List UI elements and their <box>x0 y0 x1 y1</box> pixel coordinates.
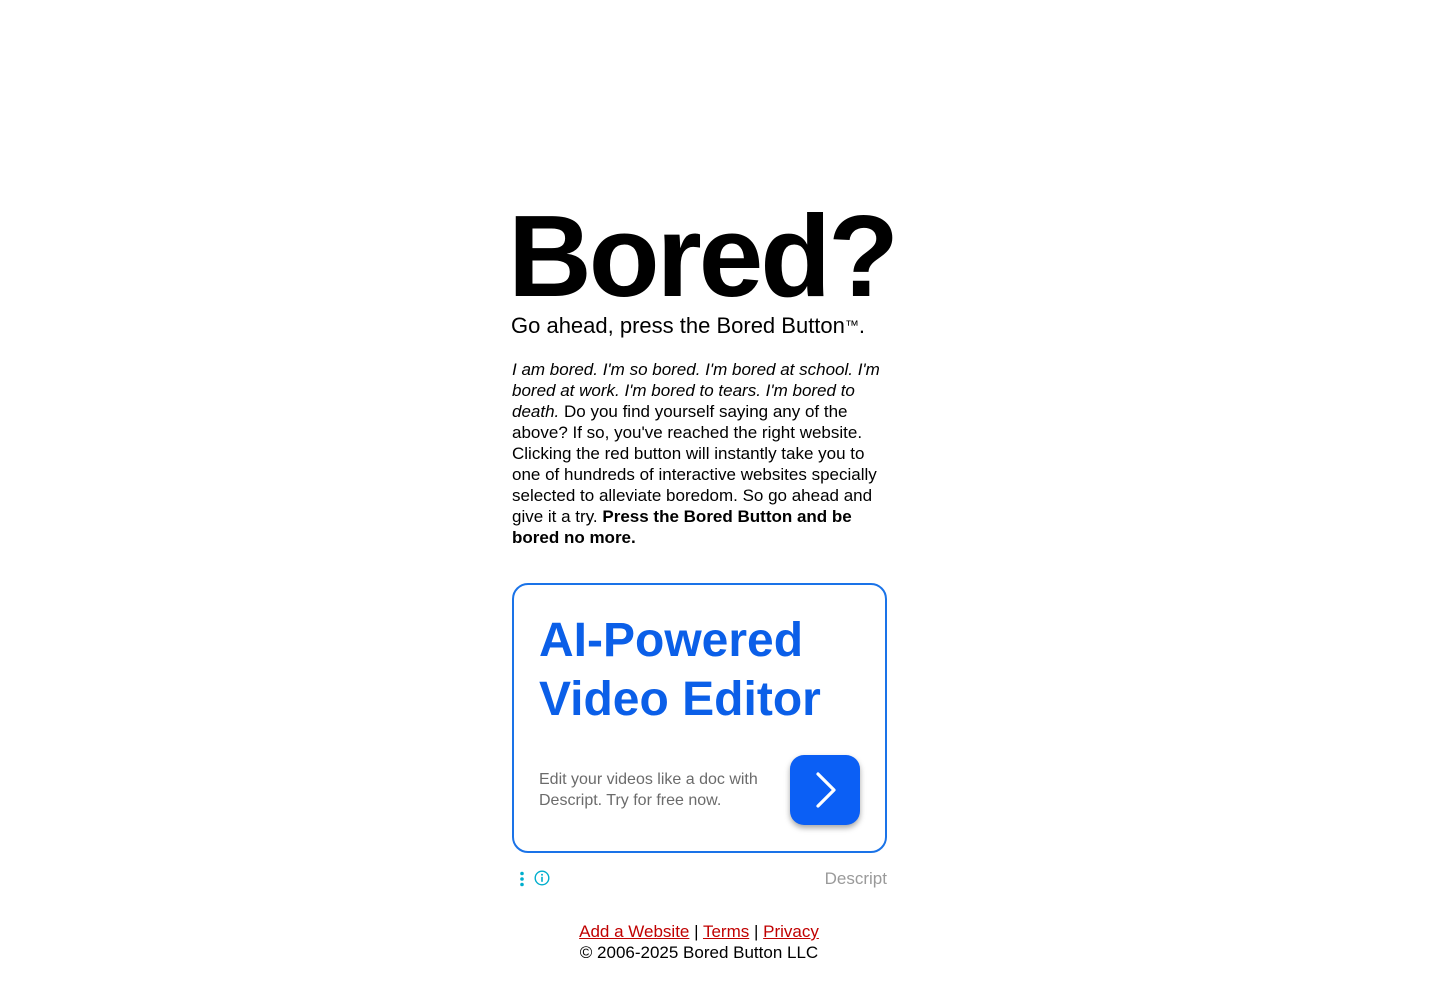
ad-cta-button[interactable] <box>790 755 860 825</box>
terms-link[interactable]: Terms <box>703 922 749 941</box>
tagline: Go ahead, press the Bored Button™. <box>508 312 888 339</box>
ad-headline[interactable]: AI-Powered Video Editor <box>539 611 869 729</box>
copyright-text: © 2006-2025 Bored Button LLC <box>579 943 819 962</box>
ad-footer: Descript <box>512 866 887 892</box>
ad-info-icon[interactable] <box>534 870 550 886</box>
site-footer: Add a Website | Terms | Privacy © 2006-2… <box>508 921 890 963</box>
ad-body-text[interactable]: Edit your videos like a doc with Descrip… <box>539 769 779 811</box>
trademark-symbol: ™ <box>844 317 859 333</box>
footer-separator: | <box>753 922 759 941</box>
privacy-link[interactable]: Privacy <box>763 922 819 941</box>
chevron-right-icon <box>816 772 836 808</box>
ad-advertiser-link[interactable]: Descript <box>825 868 887 890</box>
footer-links: Add a Website | Terms | Privacy <box>508 921 890 942</box>
footer-separator: | <box>694 922 699 941</box>
ad-headline-line-2[interactable]: Video Editor <box>539 670 869 729</box>
page-title: Bored? <box>508 191 899 321</box>
tagline-text: Go ahead, press the Bored Button <box>511 313 845 338</box>
ad-headline-line-1[interactable]: AI-Powered <box>539 611 869 670</box>
description-paragraph: I am bored. I'm so bored. I'm bored at s… <box>508 359 884 548</box>
ad-options-menu-icon[interactable] <box>519 871 525 887</box>
add-website-link[interactable]: Add a Website <box>579 922 689 941</box>
tagline-period: . <box>858 313 866 338</box>
main-content: Bored? Go ahead, press the Bored Button™… <box>508 191 899 962</box>
ad-card[interactable]: AI-Powered Video Editor Edit your videos… <box>512 583 887 853</box>
